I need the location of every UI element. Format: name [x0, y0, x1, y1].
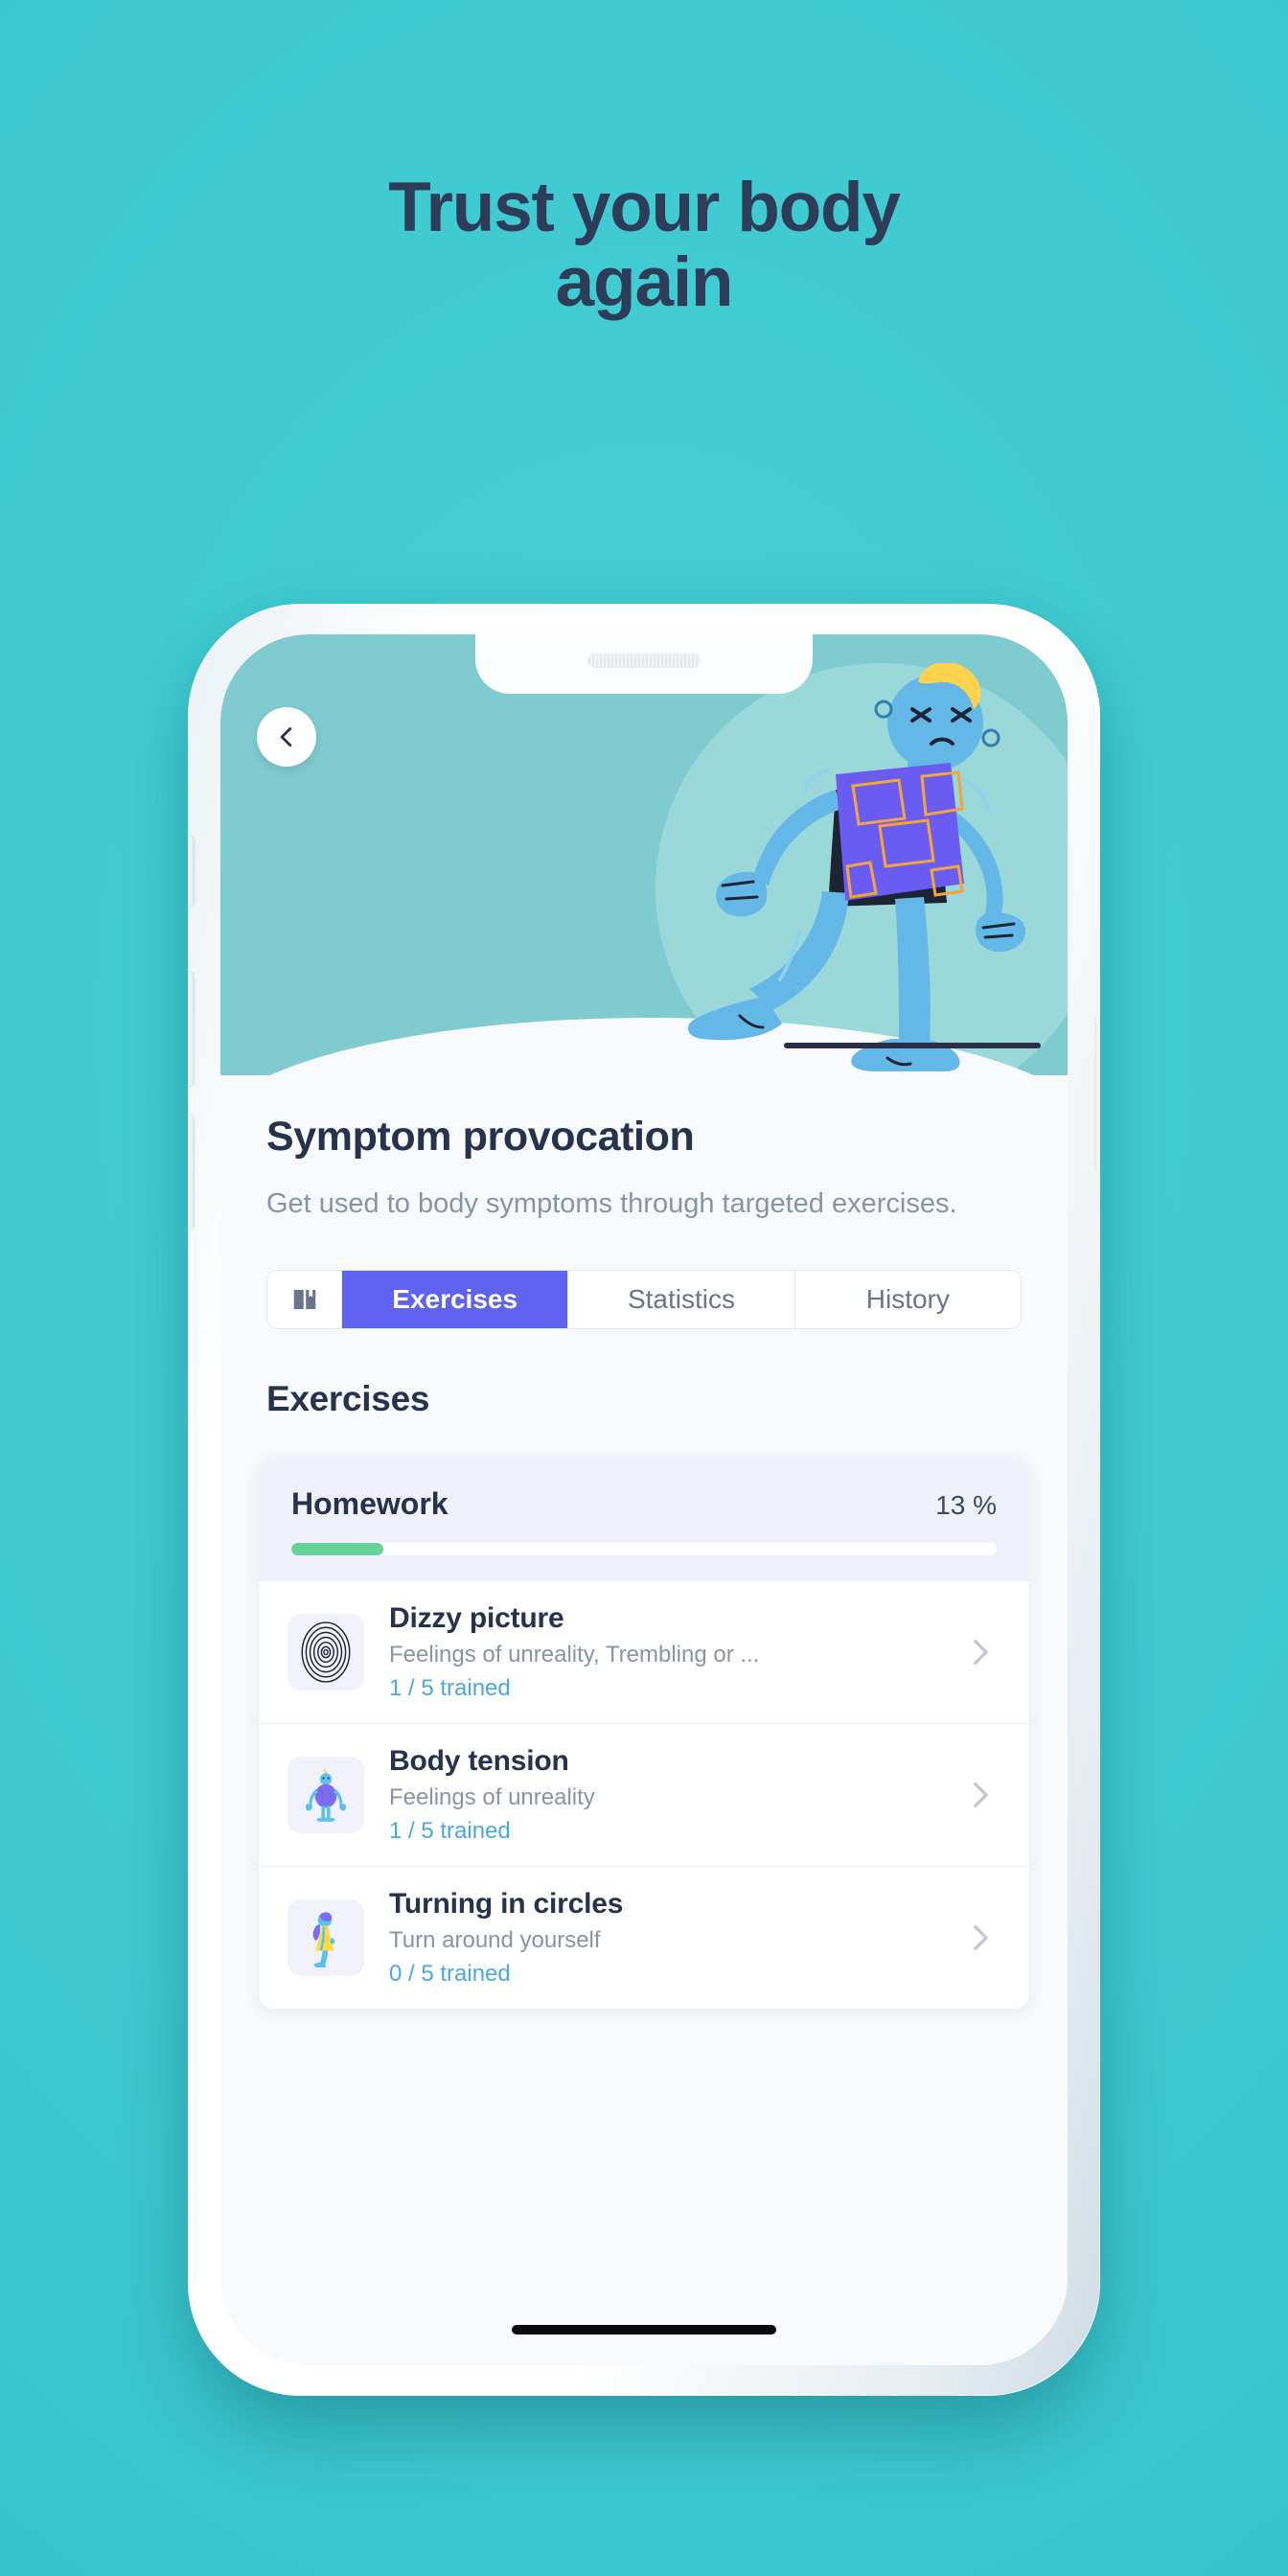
exercise-chevron[interactable] — [958, 1779, 1000, 1811]
homework-header: Homework 13 % — [291, 1486, 997, 1522]
exercise-row-body-tension[interactable]: Body tension Feelings of unreality 1 / 5… — [259, 1723, 1029, 1867]
notch — [475, 634, 813, 694]
walking-character-illustration — [687, 663, 1026, 1071]
exercise-chevron[interactable] — [958, 1636, 1000, 1668]
homework-progress-bar — [291, 1543, 997, 1556]
homework-percent: 13 % — [935, 1490, 997, 1521]
phone-body: Symptom provocation Get used to body sym… — [188, 604, 1100, 2396]
tab-statistics[interactable]: Statistics — [568, 1271, 795, 1329]
back-button[interactable] — [257, 707, 316, 767]
volume-down-button[interactable] — [188, 1116, 194, 1230]
chevron-right-icon — [974, 1640, 988, 1666]
exercise-chevron[interactable] — [958, 1921, 1000, 1954]
section-title-exercises: Exercises — [266, 1379, 430, 1419]
homework-progress-panel: Homework 13 % — [259, 1458, 1029, 1581]
exercise-subtitle: Feelings of unreality, Trembling or ... — [389, 1642, 760, 1668]
standing-figure-icon — [305, 1768, 347, 1822]
page-headline: Trust your body again — [0, 169, 1288, 322]
exercise-title: Body tension — [389, 1745, 569, 1778]
exercise-thumbnail — [288, 1757, 364, 1834]
exercise-title: Dizzy picture — [389, 1602, 564, 1635]
power-button[interactable] — [1094, 1016, 1100, 1169]
exercise-title: Turning in circles — [389, 1888, 624, 1920]
volume-up-button[interactable] — [188, 973, 194, 1086]
headline-line-2: again — [555, 243, 734, 322]
mute-switch-button[interactable] — [188, 837, 194, 906]
exercise-progress: 0 / 5 trained — [389, 1961, 511, 1988]
exercises-card: Homework 13 % Dizzy picture Feelings of … — [259, 1458, 1029, 2010]
exercise-text: Dizzy picture Feelings of unreality, Tre… — [389, 1602, 958, 1702]
exercise-row-dizzy-picture[interactable]: Dizzy picture Feelings of unreality, Tre… — [259, 1580, 1029, 1724]
app-content: Symptom provocation Get used to body sym… — [220, 1075, 1068, 2365]
headline-line-1: Trust your body — [388, 169, 901, 246]
chevron-right-icon — [974, 1782, 988, 1808]
exercise-progress: 1 / 5 trained — [389, 1675, 511, 1702]
spiral-icon — [301, 1622, 351, 1683]
tab-exercises[interactable]: Exercises — [342, 1271, 569, 1329]
phone-screen: Symptom provocation Get used to body sym… — [220, 634, 1068, 2365]
ground-line — [784, 1043, 1041, 1048]
homework-label: Homework — [291, 1486, 448, 1522]
chevron-right-icon — [974, 1925, 988, 1951]
book-icon — [293, 1290, 315, 1310]
exercise-text: Body tension Feelings of unreality 1 / 5… — [389, 1745, 958, 1845]
tab-book[interactable] — [267, 1271, 342, 1329]
page-title: Symptom provocation — [266, 1114, 695, 1160]
tab-history[interactable]: History — [794, 1271, 1021, 1329]
home-indicator[interactable] — [512, 2325, 776, 2334]
exercise-thumbnail — [288, 1614, 364, 1691]
page-subtitle: Get used to body symptoms through target… — [266, 1188, 957, 1219]
hero-banner — [220, 634, 1068, 1075]
exercise-text: Turning in circles Turn around yourself … — [389, 1888, 958, 1988]
exercise-subtitle: Turn around yourself — [389, 1927, 601, 1954]
phone-mockup: Symptom provocation Get used to body sym… — [188, 604, 1100, 2425]
spinning-figure-icon — [312, 1912, 335, 1967]
chevron-left-icon — [280, 726, 292, 748]
exercise-thumbnail — [288, 1899, 364, 1977]
exercise-progress: 1 / 5 trained — [389, 1818, 511, 1845]
homework-progress-fill — [291, 1543, 383, 1556]
exercise-row-turning-in-circles[interactable]: Turning in circles Turn around yourself … — [259, 1866, 1029, 2010]
exercise-subtitle: Feelings of unreality — [389, 1784, 595, 1811]
tab-bar: Exercises Statistics History — [266, 1270, 1022, 1330]
speaker-grill-icon — [587, 654, 701, 668]
